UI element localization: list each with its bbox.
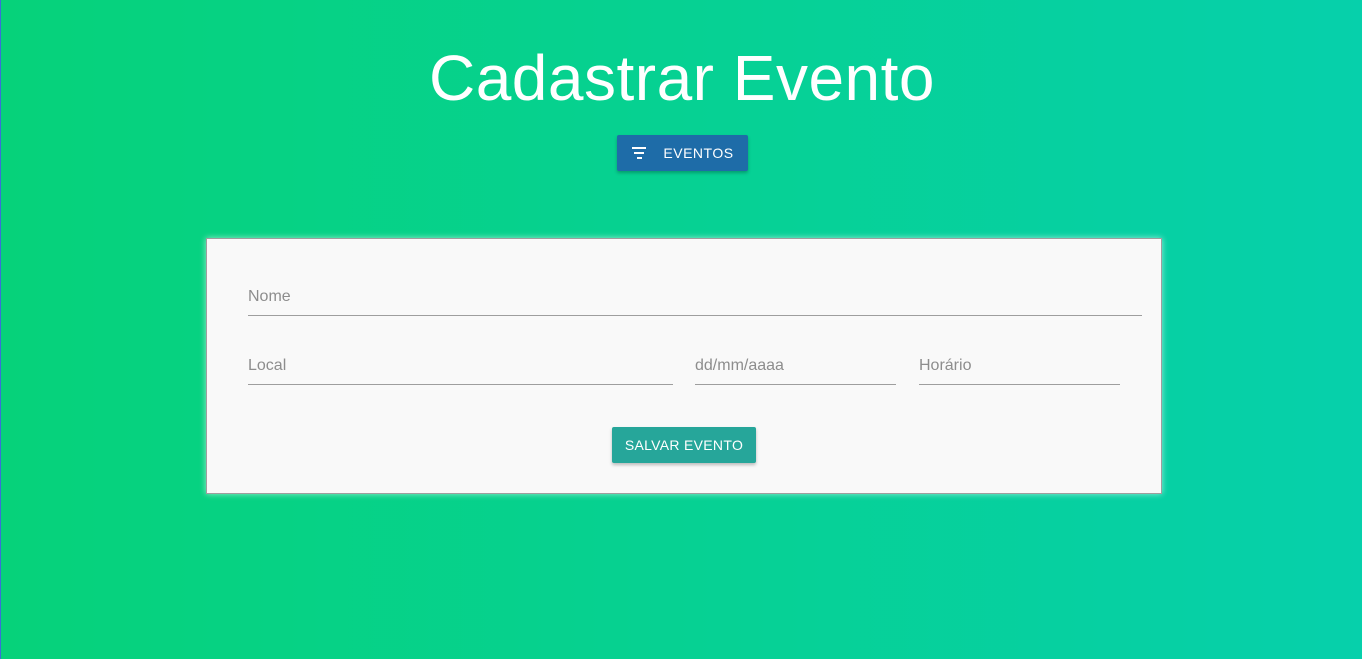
events-button-label: EVENTOS bbox=[663, 145, 734, 161]
name-input[interactable] bbox=[248, 279, 1142, 315]
save-event-button[interactable]: SALVAR EVENTO bbox=[612, 427, 756, 463]
events-button[interactable]: EVENTOS bbox=[617, 135, 748, 171]
time-input[interactable] bbox=[919, 348, 1120, 384]
date-field-wrapper bbox=[695, 348, 896, 385]
page-title: Cadastrar Evento bbox=[428, 42, 936, 114]
event-form-card: SALVAR EVENTO bbox=[206, 238, 1162, 494]
local-field-wrapper bbox=[248, 348, 673, 385]
time-field-wrapper bbox=[919, 348, 1120, 385]
local-input[interactable] bbox=[248, 348, 673, 384]
date-input[interactable] bbox=[695, 348, 896, 384]
filter-icon bbox=[631, 147, 647, 159]
name-field-wrapper bbox=[248, 279, 1142, 316]
